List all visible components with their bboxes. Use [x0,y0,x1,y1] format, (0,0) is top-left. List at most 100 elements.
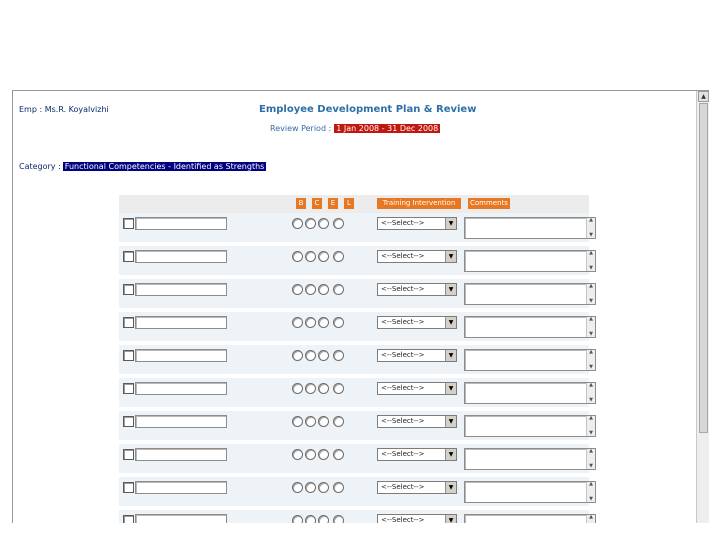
chevron-down-icon[interactable]: ▼ [445,251,456,262]
row-checkbox[interactable] [123,284,134,295]
textarea-scrollbar[interactable]: ▲▼ [586,317,595,337]
chevron-down-icon[interactable]: ▼ [445,482,456,493]
rating-radio-b[interactable] [292,317,303,328]
comments-textarea[interactable]: ▲▼ [464,217,596,239]
scroll-up-icon[interactable]: ▲ [588,251,594,256]
rating-radio-c[interactable] [305,317,316,328]
chevron-down-icon[interactable]: ▼ [445,350,456,361]
rating-radio-e[interactable] [318,218,329,229]
comments-textarea[interactable]: ▲▼ [464,415,596,437]
rating-radio-c[interactable] [305,251,316,262]
training-intervention-select[interactable]: <--Select--> ▼ [377,382,457,395]
comments-textarea[interactable]: ▲▼ [464,283,596,305]
scroll-down-icon[interactable]: ▼ [588,365,594,370]
comments-textarea[interactable]: ▲▼ [464,448,596,470]
training-intervention-select[interactable]: <--Select--> ▼ [377,316,457,329]
rating-radio-e[interactable] [318,383,329,394]
row-checkbox[interactable] [123,416,134,427]
rating-radio-e[interactable] [318,350,329,361]
textarea-scrollbar[interactable]: ▲▼ [586,251,595,271]
chevron-down-icon[interactable]: ▼ [445,383,456,394]
comments-textarea[interactable]: ▲▼ [464,250,596,272]
rating-radio-b[interactable] [292,284,303,295]
scroll-down-icon[interactable]: ▼ [588,398,594,403]
training-intervention-select[interactable]: <--Select--> ▼ [377,349,457,362]
rating-radio-c[interactable] [305,218,316,229]
scroll-up-icon[interactable]: ▲ [588,317,594,322]
row-checkbox[interactable] [123,449,134,460]
chevron-down-icon[interactable]: ▼ [445,416,456,427]
rating-radio-c[interactable] [305,284,316,295]
competency-input[interactable] [135,349,227,362]
rating-radio-b[interactable] [292,218,303,229]
rating-radio-e[interactable] [318,482,329,493]
scroll-up-icon[interactable]: ▲ [588,449,594,454]
row-checkbox[interactable] [123,218,134,229]
rating-radio-c[interactable] [305,449,316,460]
rating-radio-c[interactable] [305,482,316,493]
scroll-up-icon[interactable]: ▲ [698,91,709,102]
textarea-scrollbar[interactable]: ▲▼ [586,515,595,523]
competency-input[interactable] [135,481,227,494]
rating-radio-l[interactable] [333,218,344,229]
competency-input[interactable] [135,283,227,296]
row-checkbox[interactable] [123,350,134,361]
competency-input[interactable] [135,415,227,428]
textarea-scrollbar[interactable]: ▲▼ [586,416,595,436]
scroll-thumb[interactable] [699,103,708,433]
textarea-scrollbar[interactable]: ▲▼ [586,482,595,502]
chevron-down-icon[interactable]: ▼ [445,449,456,460]
rating-radio-b[interactable] [292,251,303,262]
row-checkbox[interactable] [123,251,134,262]
rating-radio-l[interactable] [333,515,344,523]
textarea-scrollbar[interactable]: ▲▼ [586,383,595,403]
rating-radio-c[interactable] [305,416,316,427]
rating-radio-e[interactable] [318,449,329,460]
rating-radio-l[interactable] [333,251,344,262]
comments-textarea[interactable]: ▲▼ [464,382,596,404]
rating-radio-b[interactable] [292,416,303,427]
comments-textarea[interactable]: ▲▼ [464,316,596,338]
competency-input[interactable] [135,316,227,329]
rating-radio-l[interactable] [333,482,344,493]
rating-radio-b[interactable] [292,383,303,394]
chevron-down-icon[interactable]: ▼ [445,317,456,328]
row-checkbox[interactable] [123,317,134,328]
rating-radio-l[interactable] [333,383,344,394]
competency-input[interactable] [135,250,227,263]
row-checkbox[interactable] [123,383,134,394]
rating-radio-e[interactable] [318,317,329,328]
textarea-scrollbar[interactable]: ▲▼ [586,449,595,469]
scroll-down-icon[interactable]: ▼ [588,464,594,469]
scroll-up-icon[interactable]: ▲ [588,515,594,520]
training-intervention-select[interactable]: <--Select--> ▼ [377,283,457,296]
rating-radio-l[interactable] [333,416,344,427]
scroll-up-icon[interactable]: ▲ [588,416,594,421]
row-checkbox[interactable] [123,482,134,493]
rating-radio-e[interactable] [318,515,329,523]
rating-radio-l[interactable] [333,350,344,361]
page-scrollbar[interactable]: ▲ [696,91,709,523]
training-intervention-select[interactable]: <--Select--> ▼ [377,217,457,230]
rating-radio-b[interactable] [292,482,303,493]
rating-radio-c[interactable] [305,515,316,523]
textarea-scrollbar[interactable]: ▲▼ [586,218,595,238]
comments-textarea[interactable]: ▲▼ [464,514,596,523]
scroll-down-icon[interactable]: ▼ [588,497,594,502]
competency-input[interactable] [135,448,227,461]
rating-radio-c[interactable] [305,383,316,394]
training-intervention-select[interactable]: <--Select--> ▼ [377,250,457,263]
rating-radio-b[interactable] [292,449,303,460]
scroll-up-icon[interactable]: ▲ [588,284,594,289]
chevron-down-icon[interactable]: ▼ [445,284,456,295]
rating-radio-b[interactable] [292,350,303,361]
chevron-down-icon[interactable]: ▼ [445,218,456,229]
comments-textarea[interactable]: ▲▼ [464,349,596,371]
scroll-down-icon[interactable]: ▼ [588,266,594,271]
rating-radio-c[interactable] [305,350,316,361]
textarea-scrollbar[interactable]: ▲▼ [586,350,595,370]
textarea-scrollbar[interactable]: ▲▼ [586,284,595,304]
chevron-down-icon[interactable]: ▼ [445,515,456,523]
competency-input[interactable] [135,382,227,395]
rating-radio-e[interactable] [318,416,329,427]
